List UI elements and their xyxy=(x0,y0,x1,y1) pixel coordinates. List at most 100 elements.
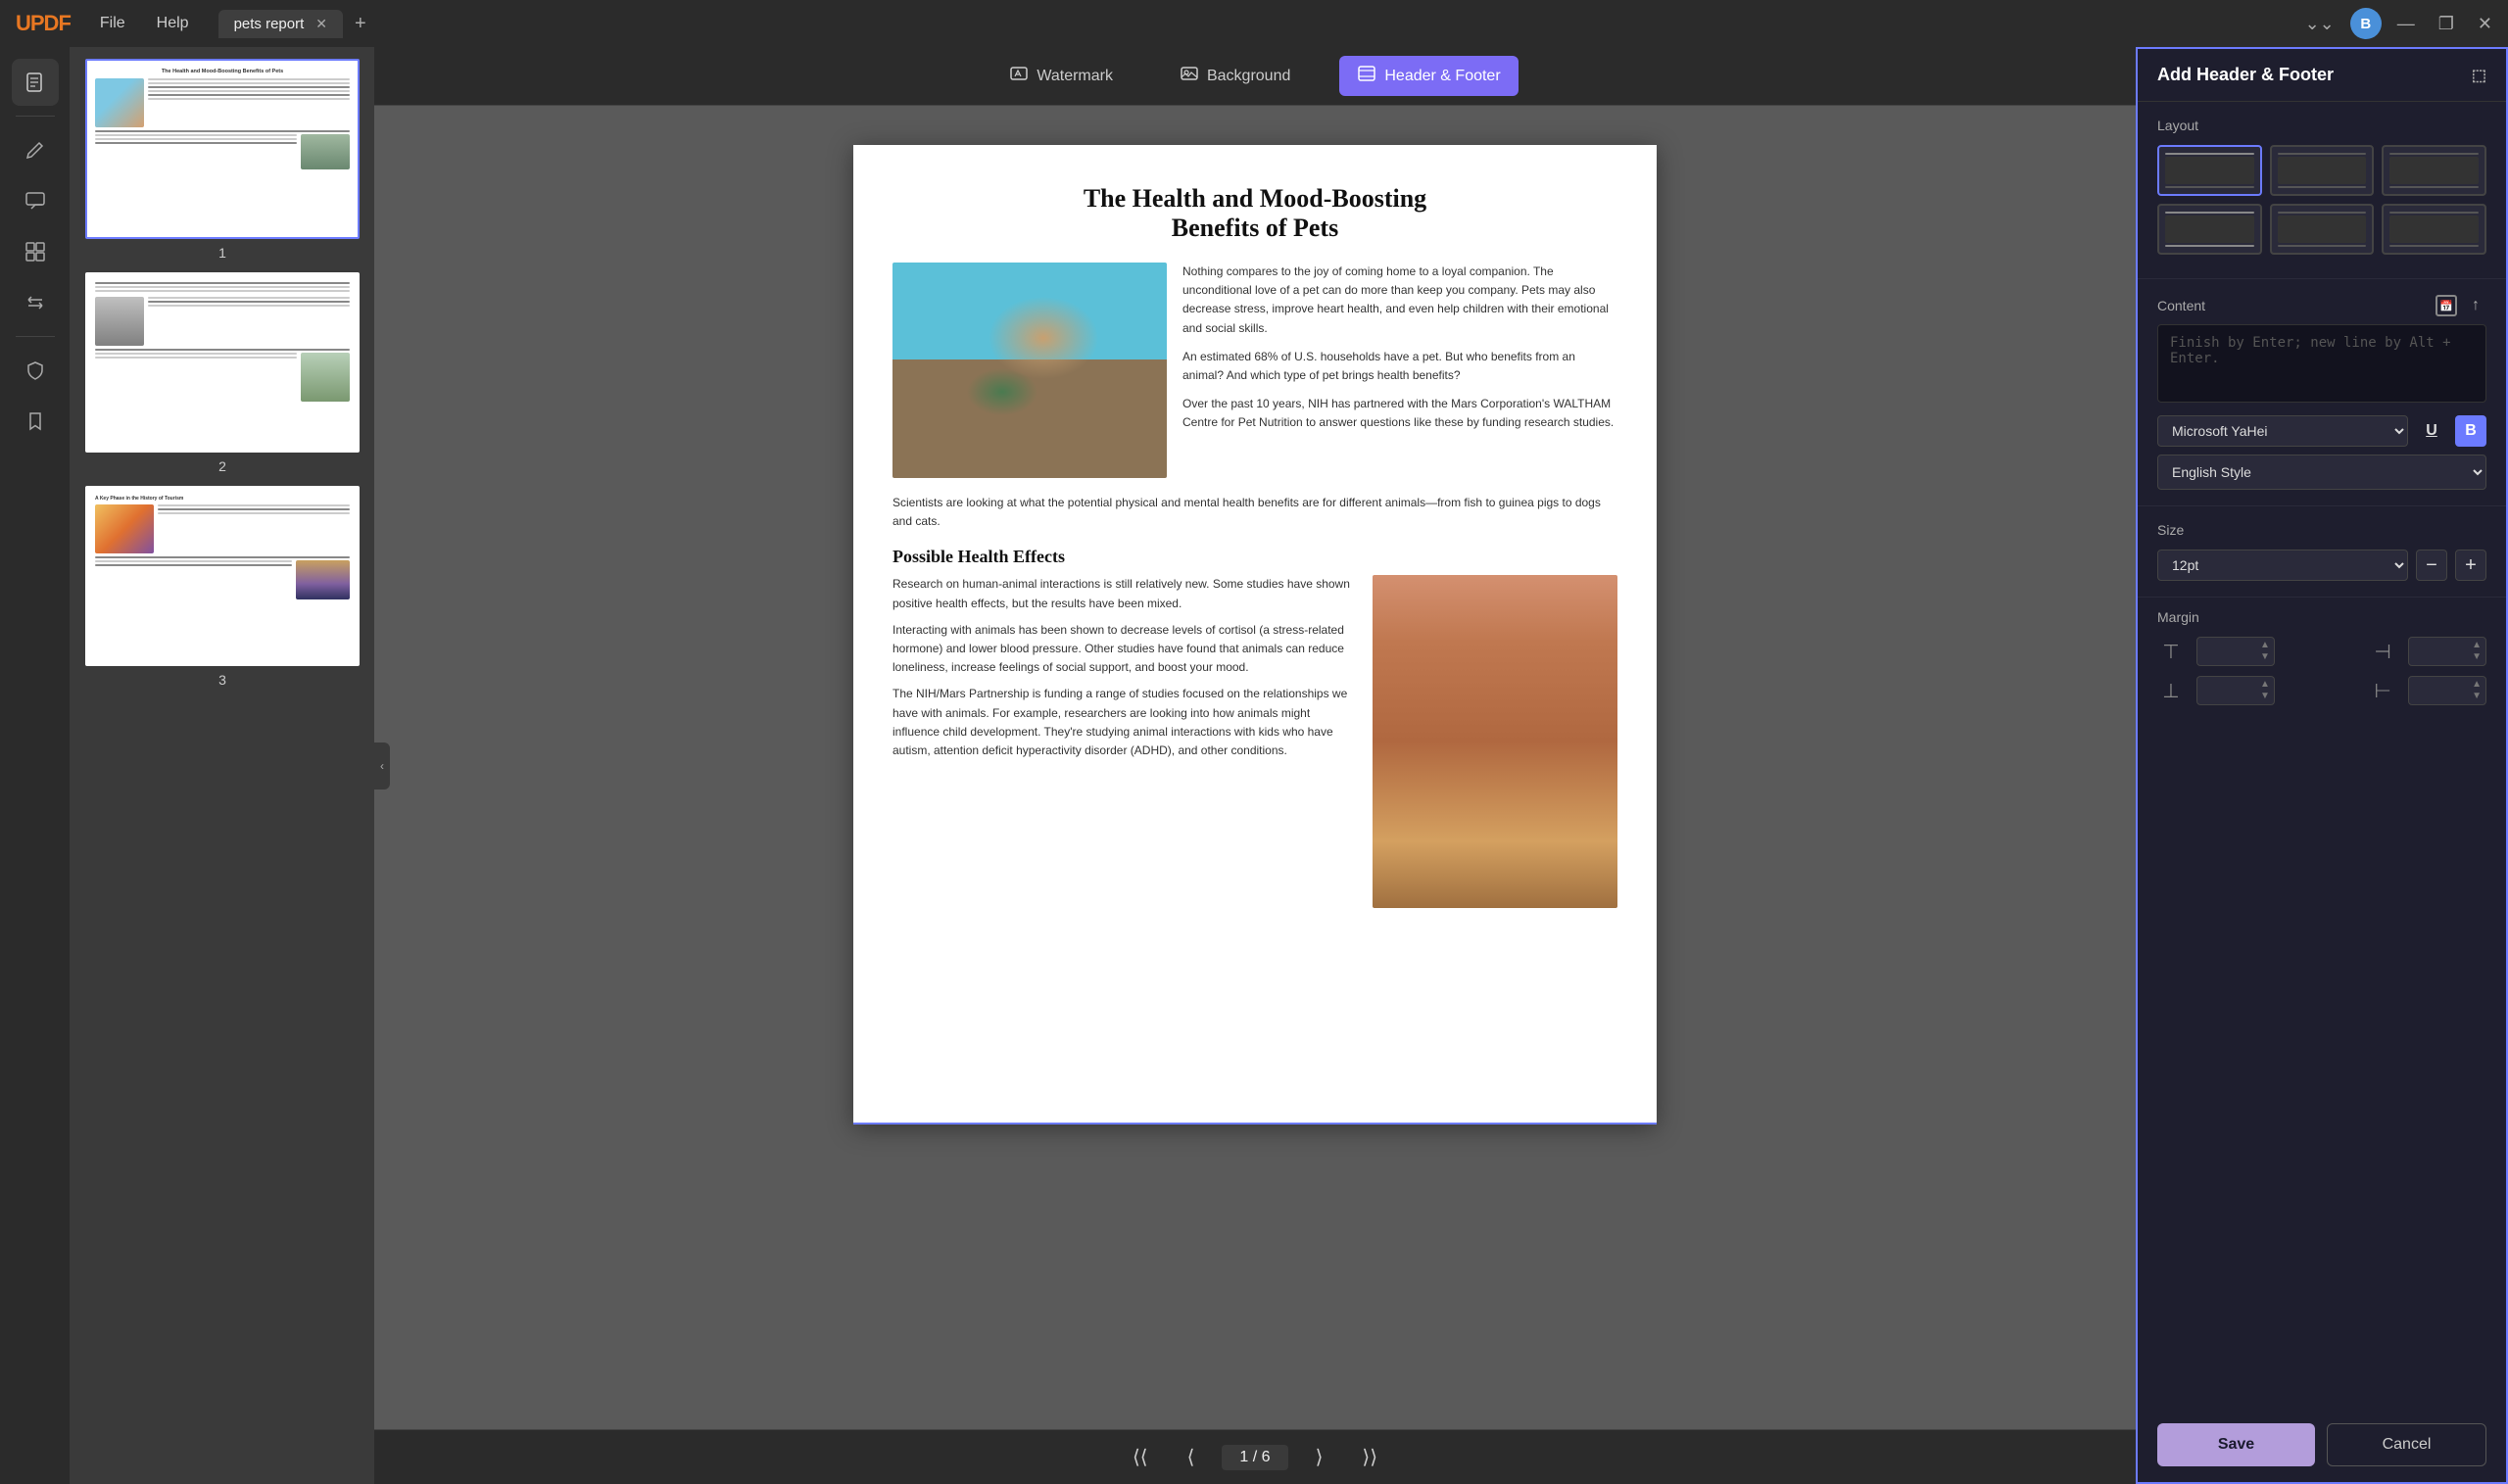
margin-bottom-input[interactable]: 36 xyxy=(2197,677,2256,704)
menu-file[interactable]: File xyxy=(86,11,139,36)
sidebar-icon-protect[interactable] xyxy=(12,347,59,394)
margin-right-up-arrow[interactable]: ▲ xyxy=(2472,640,2482,651)
collapse-panel-tab[interactable]: ‹ xyxy=(374,742,390,790)
bold-button[interactable]: B xyxy=(2455,415,2486,447)
panel-footer: Save Cancel xyxy=(2138,1408,2506,1482)
cancel-button[interactable]: Cancel xyxy=(2327,1423,2486,1466)
nav-prev-page-button[interactable]: ⟨ xyxy=(1176,1439,1207,1475)
document-title: The Health and Mood-BoostingBenefits of … xyxy=(892,184,1617,243)
save-button[interactable]: Save xyxy=(2157,1423,2315,1466)
t2l3 xyxy=(95,290,350,292)
thumb-3-img1 xyxy=(95,504,154,553)
sidebar-icon-comment[interactable] xyxy=(12,177,59,224)
doc-section1-content: Research on human-animal interactions is… xyxy=(892,575,1617,908)
t1l3 xyxy=(148,86,350,88)
layout-option-1[interactable] xyxy=(2157,145,2262,196)
size-select[interactable]: 12pt xyxy=(2157,550,2408,581)
doc-side-image xyxy=(1373,575,1617,908)
center-area: ‹ Watermark Background Header & Footer xyxy=(374,47,2136,1484)
nav-last-page-button[interactable]: ⟩⟩ xyxy=(1350,1439,1389,1475)
tab-close-icon[interactable]: ✕ xyxy=(315,16,327,32)
font-family-select[interactable]: Microsoft YaHei xyxy=(2157,415,2408,447)
layout-option-3[interactable] xyxy=(2382,145,2486,196)
window-minimize-icon[interactable]: — xyxy=(2389,10,2423,38)
tab-add-icon[interactable]: + xyxy=(347,9,374,39)
sidebar-icon-bookmark[interactable] xyxy=(12,398,59,445)
sidebar-icon-document[interactable] xyxy=(12,59,59,106)
tab-label: pets report xyxy=(234,16,305,32)
layout-option-6[interactable] xyxy=(2382,204,2486,255)
t2l1 xyxy=(95,282,350,284)
lo3-content xyxy=(2389,157,2479,184)
margin-left-up-arrow[interactable]: ▲ xyxy=(2472,679,2482,691)
current-page: 1 xyxy=(1239,1449,1248,1465)
style-select[interactable]: English Style xyxy=(2157,455,2486,490)
calendar-icon[interactable]: 📅 xyxy=(2436,295,2457,316)
layout-option-4[interactable] xyxy=(2157,204,2262,255)
header-footer-button[interactable]: Header & Footer xyxy=(1339,56,1518,96)
window-close-icon[interactable]: ✕ xyxy=(2470,10,2500,38)
doc-s1-p1: Research on human-animal interactions is… xyxy=(892,575,1357,612)
margin-top-down-arrow[interactable]: ▼ xyxy=(2260,651,2270,663)
thumbnail-3[interactable]: A Key Phase in the History of Tourism xyxy=(78,486,366,688)
margin-left-input[interactable]: 72 xyxy=(2409,677,2468,704)
window-scroll-icon[interactable]: ⌄⌄ xyxy=(2297,10,2342,38)
lo5-line-top xyxy=(2278,212,2367,214)
panel-content-section: Content 📅 ↑ Microsoft YaHei U B English … xyxy=(2138,279,2506,506)
nav-first-page-button[interactable]: ⟨⟨ xyxy=(1121,1439,1160,1475)
content-text-input[interactable] xyxy=(2157,324,2486,403)
margin-bottom-down-arrow[interactable]: ▼ xyxy=(2260,691,2270,702)
t1-sep xyxy=(95,130,350,132)
content-section-title: Content xyxy=(2157,298,2205,313)
size-decrease-button[interactable]: − xyxy=(2416,550,2447,581)
tab-pets-report[interactable]: pets report ✕ xyxy=(218,10,343,38)
thumb-2-lines3 xyxy=(95,353,297,402)
thumb-page-3-content: A Key Phase in the History of Tourism xyxy=(87,488,358,664)
panel-expand-icon[interactable]: ⬚ xyxy=(2472,66,2486,85)
sidebar-icon-convert[interactable] xyxy=(12,279,59,326)
thumb-3-row2 xyxy=(95,560,350,599)
total-pages: 6 xyxy=(1262,1449,1271,1465)
layout-section-title: Layout xyxy=(2157,118,2486,133)
margin-top-arrows: ▲ ▼ xyxy=(2256,638,2274,665)
layout-option-5[interactable] xyxy=(2270,204,2375,255)
layout-option-2[interactable] xyxy=(2270,145,2375,196)
t2l7 xyxy=(95,353,297,355)
t3l3 xyxy=(158,512,350,514)
window-maximize-icon[interactable]: ❐ xyxy=(2431,10,2462,38)
margin-bottom-up-arrow[interactable]: ▲ xyxy=(2260,679,2270,691)
sidebar-icon-layout[interactable] xyxy=(12,228,59,275)
menu-help[interactable]: Help xyxy=(143,11,203,36)
t1l9 xyxy=(95,142,297,144)
margin-row-bottom: ⊥ 36 ▲ ▼ ⊢ 72 ▲ ▼ xyxy=(2157,676,2486,705)
underline-button[interactable]: U xyxy=(2416,415,2447,447)
margin-top-up-arrow[interactable]: ▲ xyxy=(2260,640,2270,651)
size-increase-button[interactable]: + xyxy=(2455,550,2486,581)
margin-right-down-arrow[interactable]: ▼ xyxy=(2472,651,2482,663)
t3l4 xyxy=(95,560,292,562)
thumbnail-1[interactable]: The Health and Mood-Boosting Benefits of… xyxy=(78,59,366,261)
watermark-button[interactable]: Watermark xyxy=(991,56,1131,96)
thumbnail-2[interactable]: 2 xyxy=(78,272,366,474)
sidebar-icon-edit[interactable] xyxy=(12,126,59,173)
background-icon xyxy=(1180,64,1199,88)
panel-layout-section: Layout xyxy=(2138,102,2506,279)
upload-icon[interactable]: ↑ xyxy=(2465,295,2486,316)
doc-s1-p3: The NIH/Mars Partnership is funding a ra… xyxy=(892,685,1357,760)
margin-right-input[interactable]: 72 xyxy=(2409,638,2468,665)
page-separator: / xyxy=(1253,1449,1262,1465)
menu-bar: File Help xyxy=(86,11,203,36)
lo1-content xyxy=(2165,157,2254,184)
nav-next-page-button[interactable]: ⟩ xyxy=(1304,1439,1335,1475)
t1l2 xyxy=(148,82,350,84)
thumb-3-row1 xyxy=(95,504,350,553)
margin-left-down-arrow[interactable]: ▼ xyxy=(2472,691,2482,702)
margin-top-input[interactable]: 36 xyxy=(2197,638,2256,665)
thumb-3-lines xyxy=(158,504,350,553)
document-viewer[interactable]: The Health and Mood-BoostingBenefits of … xyxy=(374,106,2136,1429)
margin-left-input-group: 72 ▲ ▼ xyxy=(2408,676,2486,705)
background-button[interactable]: Background xyxy=(1162,56,1308,96)
t3-sep xyxy=(95,556,350,558)
margin-section-title: Margin xyxy=(2157,609,2486,625)
doc-text-p2: An estimated 68% of U.S. households have… xyxy=(1182,348,1617,385)
